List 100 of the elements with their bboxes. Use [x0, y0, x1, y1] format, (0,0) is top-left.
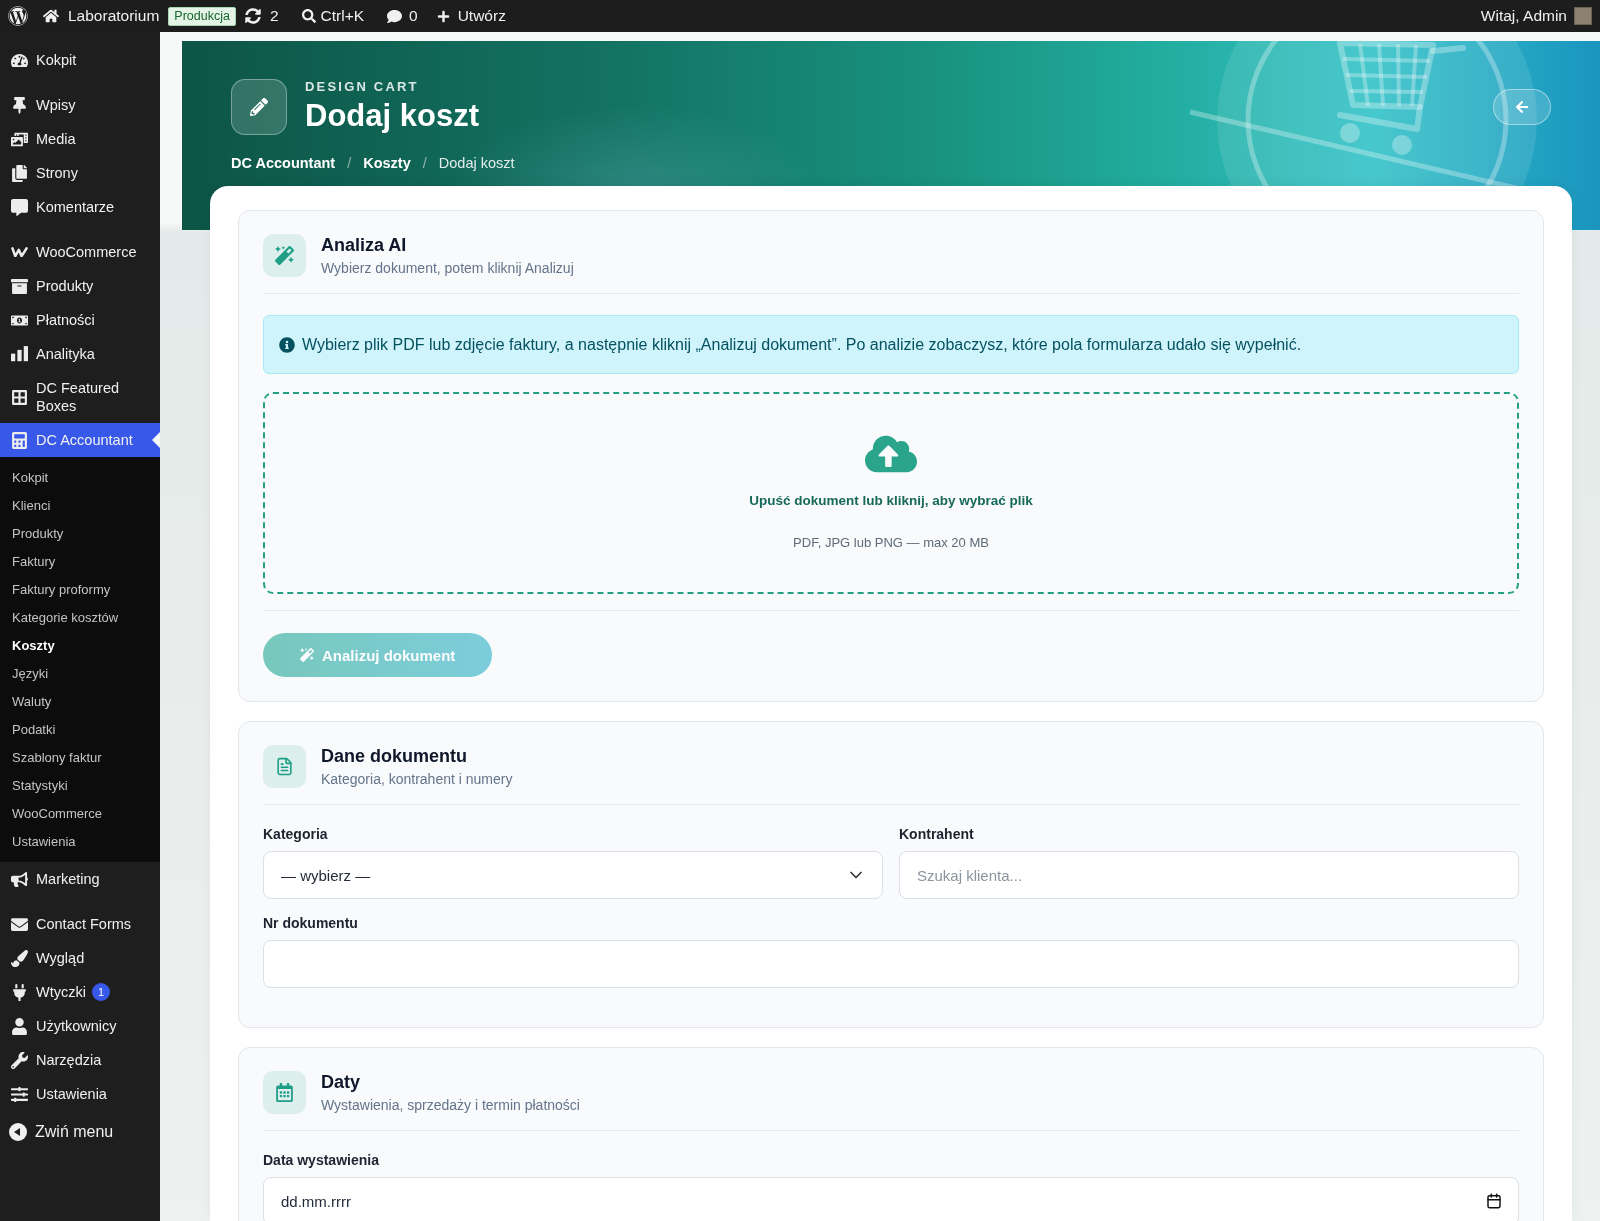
submenu-item[interactable]: Produkty	[0, 520, 160, 548]
new-content-link[interactable]: Utwórz	[436, 0, 506, 32]
search-field[interactable]: Szukaj klienta...	[899, 851, 1519, 899]
menu-item[interactable]: DC Featured Boxes	[0, 371, 160, 423]
breadcrumb-separator: /	[347, 154, 352, 172]
site-name-link[interactable]: Laboratorium	[43, 0, 160, 32]
card-subtitle: Wybierz dokument, potem kliknij Analizuj	[321, 259, 574, 277]
magic-wand-icon	[300, 648, 314, 662]
submenu-item[interactable]: Szablony faktur	[0, 744, 160, 772]
file-dropzone[interactable]: Upuść dokument lub kliknij, aby wybrać plik PDF, JPG lub PNG — max 20 MB	[263, 392, 1519, 594]
info-icon	[279, 336, 295, 353]
menu-item[interactable]: Media	[0, 122, 160, 156]
submenu-item[interactable]: Kategorie kosztów	[0, 604, 160, 632]
submenu-item[interactable]: Faktury proformy	[0, 576, 160, 604]
menu-item[interactable]: Strony	[0, 156, 160, 190]
calculator-icon	[10, 431, 28, 449]
page-title: Dodaj koszt	[305, 97, 479, 135]
woo-logo-icon	[10, 246, 28, 258]
wordpress-logo-icon[interactable]	[8, 6, 28, 26]
updates-link[interactable]: 2	[244, 0, 279, 32]
sync-icon	[244, 8, 261, 24]
field-label: Data wystawienia	[263, 1151, 379, 1169]
collapse-icon	[9, 1123, 27, 1141]
card-title: Analiza AI	[321, 234, 407, 256]
magic-wand-icon	[263, 234, 306, 277]
calendar-icon[interactable]	[1486, 1193, 1502, 1209]
back-button[interactable]	[1493, 89, 1551, 125]
menu-item[interactable]: Wpisy	[0, 88, 160, 122]
user-icon	[10, 1017, 28, 1035]
grid-icon	[10, 388, 28, 406]
archive-box-icon	[10, 277, 28, 295]
pages-icon	[10, 164, 28, 182]
card-subtitle: Kategoria, kontrahent i numery	[321, 770, 513, 788]
avatar-placeholder	[1574, 7, 1592, 25]
arrow-left-icon	[1515, 100, 1529, 114]
field-label: Kontrahent	[899, 825, 974, 843]
menu-item[interactable]: Użytkownicy	[0, 1009, 160, 1043]
wrench-icon	[10, 1051, 28, 1069]
collapse-menu-button[interactable]: Zwiń menu	[0, 1115, 123, 1149]
menu-item[interactable]: Marketing	[0, 862, 160, 896]
text-field[interactable]	[263, 940, 1519, 988]
search-icon	[301, 9, 316, 23]
submenu-item[interactable]: Języki	[0, 660, 160, 688]
menu-item[interactable]: Kokpit	[0, 43, 160, 77]
envelope-icon	[10, 915, 28, 933]
media-icon	[10, 130, 28, 148]
menu-item[interactable]: Komentarze	[0, 190, 160, 224]
menu-item[interactable]: Płatności	[0, 303, 160, 337]
field-label: Nr dokumentu	[263, 914, 358, 932]
submenu-item[interactable]: Kokpit	[0, 464, 160, 492]
comments-link[interactable]: 0	[387, 0, 418, 32]
menu-item[interactable]: Wygląd	[0, 941, 160, 975]
bar-chart-icon	[10, 346, 28, 362]
submenu-item[interactable]: Podatki	[0, 716, 160, 744]
brand-eyebrow: DESIGN CART	[305, 79, 419, 95]
submenu-item[interactable]: WooCommerce	[0, 800, 160, 828]
breadcrumb-current: Dodaj koszt	[438, 154, 515, 172]
account-link[interactable]: Witaj, Admin	[1480, 0, 1592, 32]
paintbrush-icon	[10, 949, 28, 967]
sliders-icon	[10, 1085, 28, 1103]
dashboard-icon	[10, 51, 28, 69]
plug-icon	[10, 983, 28, 1001]
date-field[interactable]: dd.mm.rrrr	[263, 1177, 1519, 1221]
comment-icon	[10, 198, 28, 216]
card-title: Dane dokumentu	[321, 745, 467, 767]
card-title: Daty	[321, 1071, 360, 1093]
environment-badge: Produkcja	[168, 6, 236, 26]
submenu-item[interactable]: Koszty	[0, 632, 160, 660]
count-badge: 1	[91, 983, 110, 1001]
breadcrumb-link[interactable]: DC Accountant	[231, 154, 336, 172]
menu-item[interactable]: Produkty	[0, 269, 160, 303]
submenu-item[interactable]: Faktury	[0, 548, 160, 576]
home-icon	[43, 8, 59, 24]
alert-text: Wybierz plik PDF lub zdjęcie faktury, a następnie kliknij „Analizuj dokument”. Po analizie zobaczysz, które pola formularza udało się wypełnić.	[302, 334, 1302, 355]
menu-item[interactable]: Analityka	[0, 337, 160, 371]
pencil-icon	[231, 79, 287, 135]
submenu-item[interactable]: Waluty	[0, 688, 160, 716]
search-link[interactable]: Ctrl+K	[301, 0, 365, 32]
breadcrumb-link[interactable]: Koszty	[363, 154, 411, 172]
select-field[interactable]: — wybierz —	[263, 851, 883, 899]
field-label: Kategoria	[263, 825, 328, 843]
submenu-item[interactable]: Ustawienia	[0, 828, 160, 856]
breadcrumb-separator: /	[422, 154, 427, 172]
menu-item[interactable]: Contact Forms	[0, 907, 160, 941]
menu-item[interactable]: DC Accountant	[0, 423, 160, 457]
plus-icon	[436, 9, 450, 23]
comment-icon	[387, 8, 403, 24]
calendar-icon	[263, 1071, 306, 1114]
submenu-item[interactable]: Klienci	[0, 492, 160, 520]
menu-item[interactable]: Narzędzia	[0, 1043, 160, 1077]
document-icon	[263, 745, 306, 788]
megaphone-icon	[10, 870, 28, 888]
pin-icon	[10, 96, 28, 114]
dropzone-title: Upuść dokument lub kliknij, aby wybrać plik	[749, 492, 1033, 510]
menu-item[interactable]: Ustawienia	[0, 1077, 160, 1111]
menu-item[interactable]: Wtyczki 1	[0, 975, 160, 1009]
menu-item[interactable]: WooCommerce	[0, 235, 160, 269]
submenu-item[interactable]: Statystyki	[0, 772, 160, 800]
dropzone-hint: PDF, JPG lub PNG — max 20 MB	[793, 534, 989, 552]
card-subtitle: Wystawienia, sprzedaży i termin płatności	[321, 1096, 580, 1114]
